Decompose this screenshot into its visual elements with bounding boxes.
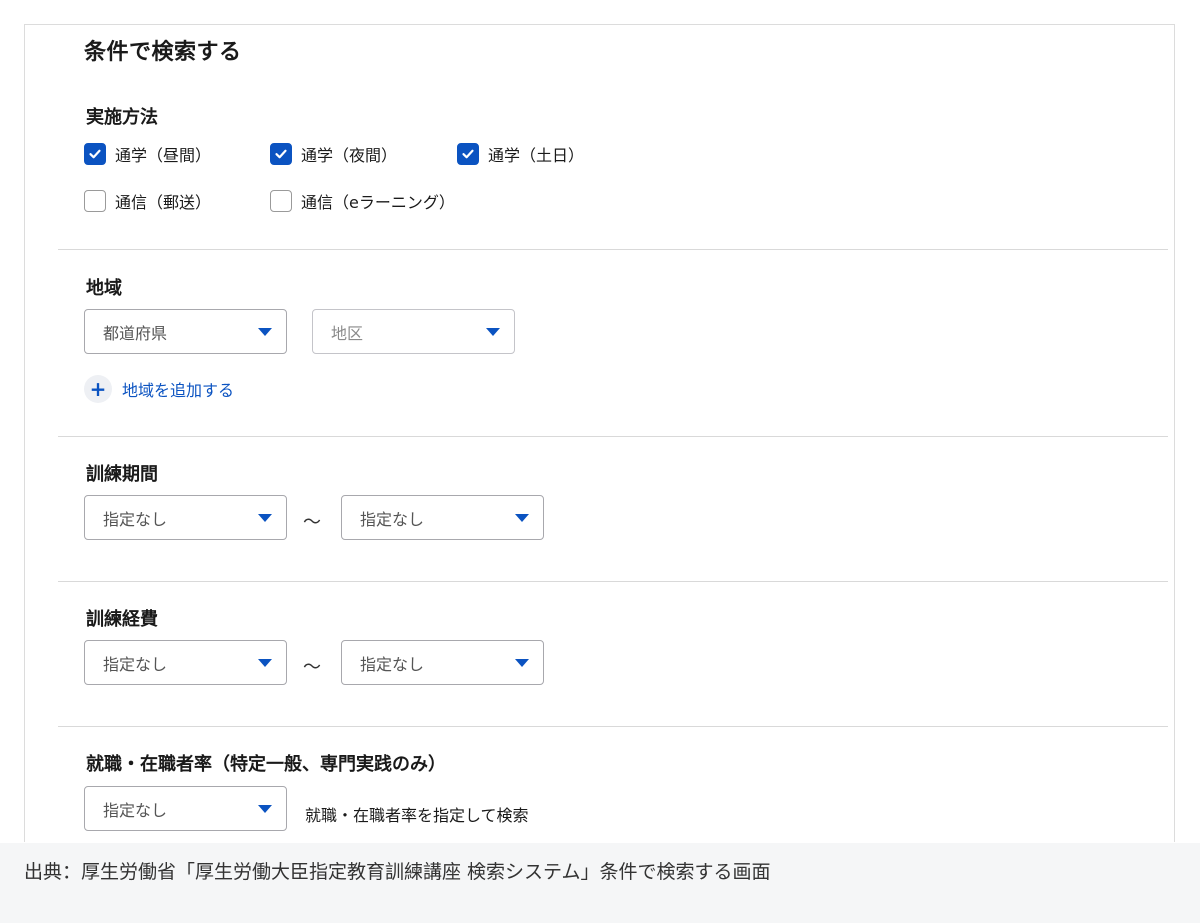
region-label: 地域 <box>86 278 122 299</box>
divider <box>58 249 1168 250</box>
select-value: 指定なし <box>360 509 425 529</box>
period-label: 訓練期間 <box>86 464 158 485</box>
caret-down-icon <box>515 658 529 667</box>
add-region-button[interactable]: + 地域を追加する <box>84 375 234 403</box>
checkbox-label: 通信（eラーニング） <box>301 193 455 212</box>
caret-down-icon <box>486 327 500 336</box>
checkbox-label: 通学（土日） <box>488 146 585 165</box>
cost-label: 訓練経費 <box>86 609 158 630</box>
checkbox-checked-icon <box>270 143 292 165</box>
prefecture-select[interactable]: 都道府県 <box>84 309 287 354</box>
select-value: 指定なし <box>103 800 168 820</box>
checkbox-elearning[interactable]: 通信（eラーニング） <box>270 189 455 213</box>
divider <box>58 581 1168 582</box>
cost-from-select[interactable]: 指定なし <box>84 640 287 685</box>
employment-label: 就職・在職者率（特定一般、専門実践のみ） <box>86 754 446 775</box>
checkbox-checked-icon <box>84 143 106 165</box>
checkbox-daytime[interactable]: 通学（昼間） <box>84 142 211 166</box>
checkbox-weekend[interactable]: 通学（土日） <box>457 142 584 166</box>
checkbox-label: 通学（夜間） <box>301 146 398 165</box>
range-tilde: ～ <box>303 512 321 533</box>
employment-note: 就職・在職者率を指定して検索 <box>305 806 529 825</box>
method-label: 実施方法 <box>86 107 158 128</box>
add-region-label: 地域を追加する <box>122 381 235 400</box>
checkbox-mail[interactable]: 通信（郵送） <box>84 189 211 213</box>
select-value: 指定なし <box>103 509 168 529</box>
select-value: 指定なし <box>103 654 168 674</box>
period-from-select[interactable]: 指定なし <box>84 495 287 540</box>
source-caption: 出典：厚生労働省「厚生労働大臣指定教育訓練講座 検索システム」条件で検索する画面 <box>24 861 771 883</box>
range-tilde: ～ <box>303 657 321 678</box>
caret-down-icon <box>258 327 272 336</box>
caret-down-icon <box>258 658 272 667</box>
divider <box>58 726 1168 727</box>
caret-down-icon <box>515 513 529 522</box>
caret-down-icon <box>258 804 272 813</box>
select-value: 都道府県 <box>103 323 168 343</box>
checkbox-label: 通学（昼間） <box>115 146 212 165</box>
cost-to-select[interactable]: 指定なし <box>341 640 544 685</box>
period-to-select[interactable]: 指定なし <box>341 495 544 540</box>
employment-rate-select[interactable]: 指定なし <box>84 786 287 831</box>
checkbox-unchecked-icon <box>84 190 106 212</box>
page-title: 条件で検索する <box>84 40 242 65</box>
checkbox-unchecked-icon <box>270 190 292 212</box>
checkbox-label: 通信（郵送） <box>115 193 212 212</box>
divider <box>58 436 1168 437</box>
district-select[interactable]: 地区 <box>312 309 515 354</box>
select-value: 地区 <box>331 323 364 343</box>
checkbox-checked-icon <box>457 143 479 165</box>
checkbox-evening[interactable]: 通学（夜間） <box>270 142 397 166</box>
caret-down-icon <box>258 513 272 522</box>
plus-icon: + <box>84 375 112 403</box>
select-value: 指定なし <box>360 654 425 674</box>
